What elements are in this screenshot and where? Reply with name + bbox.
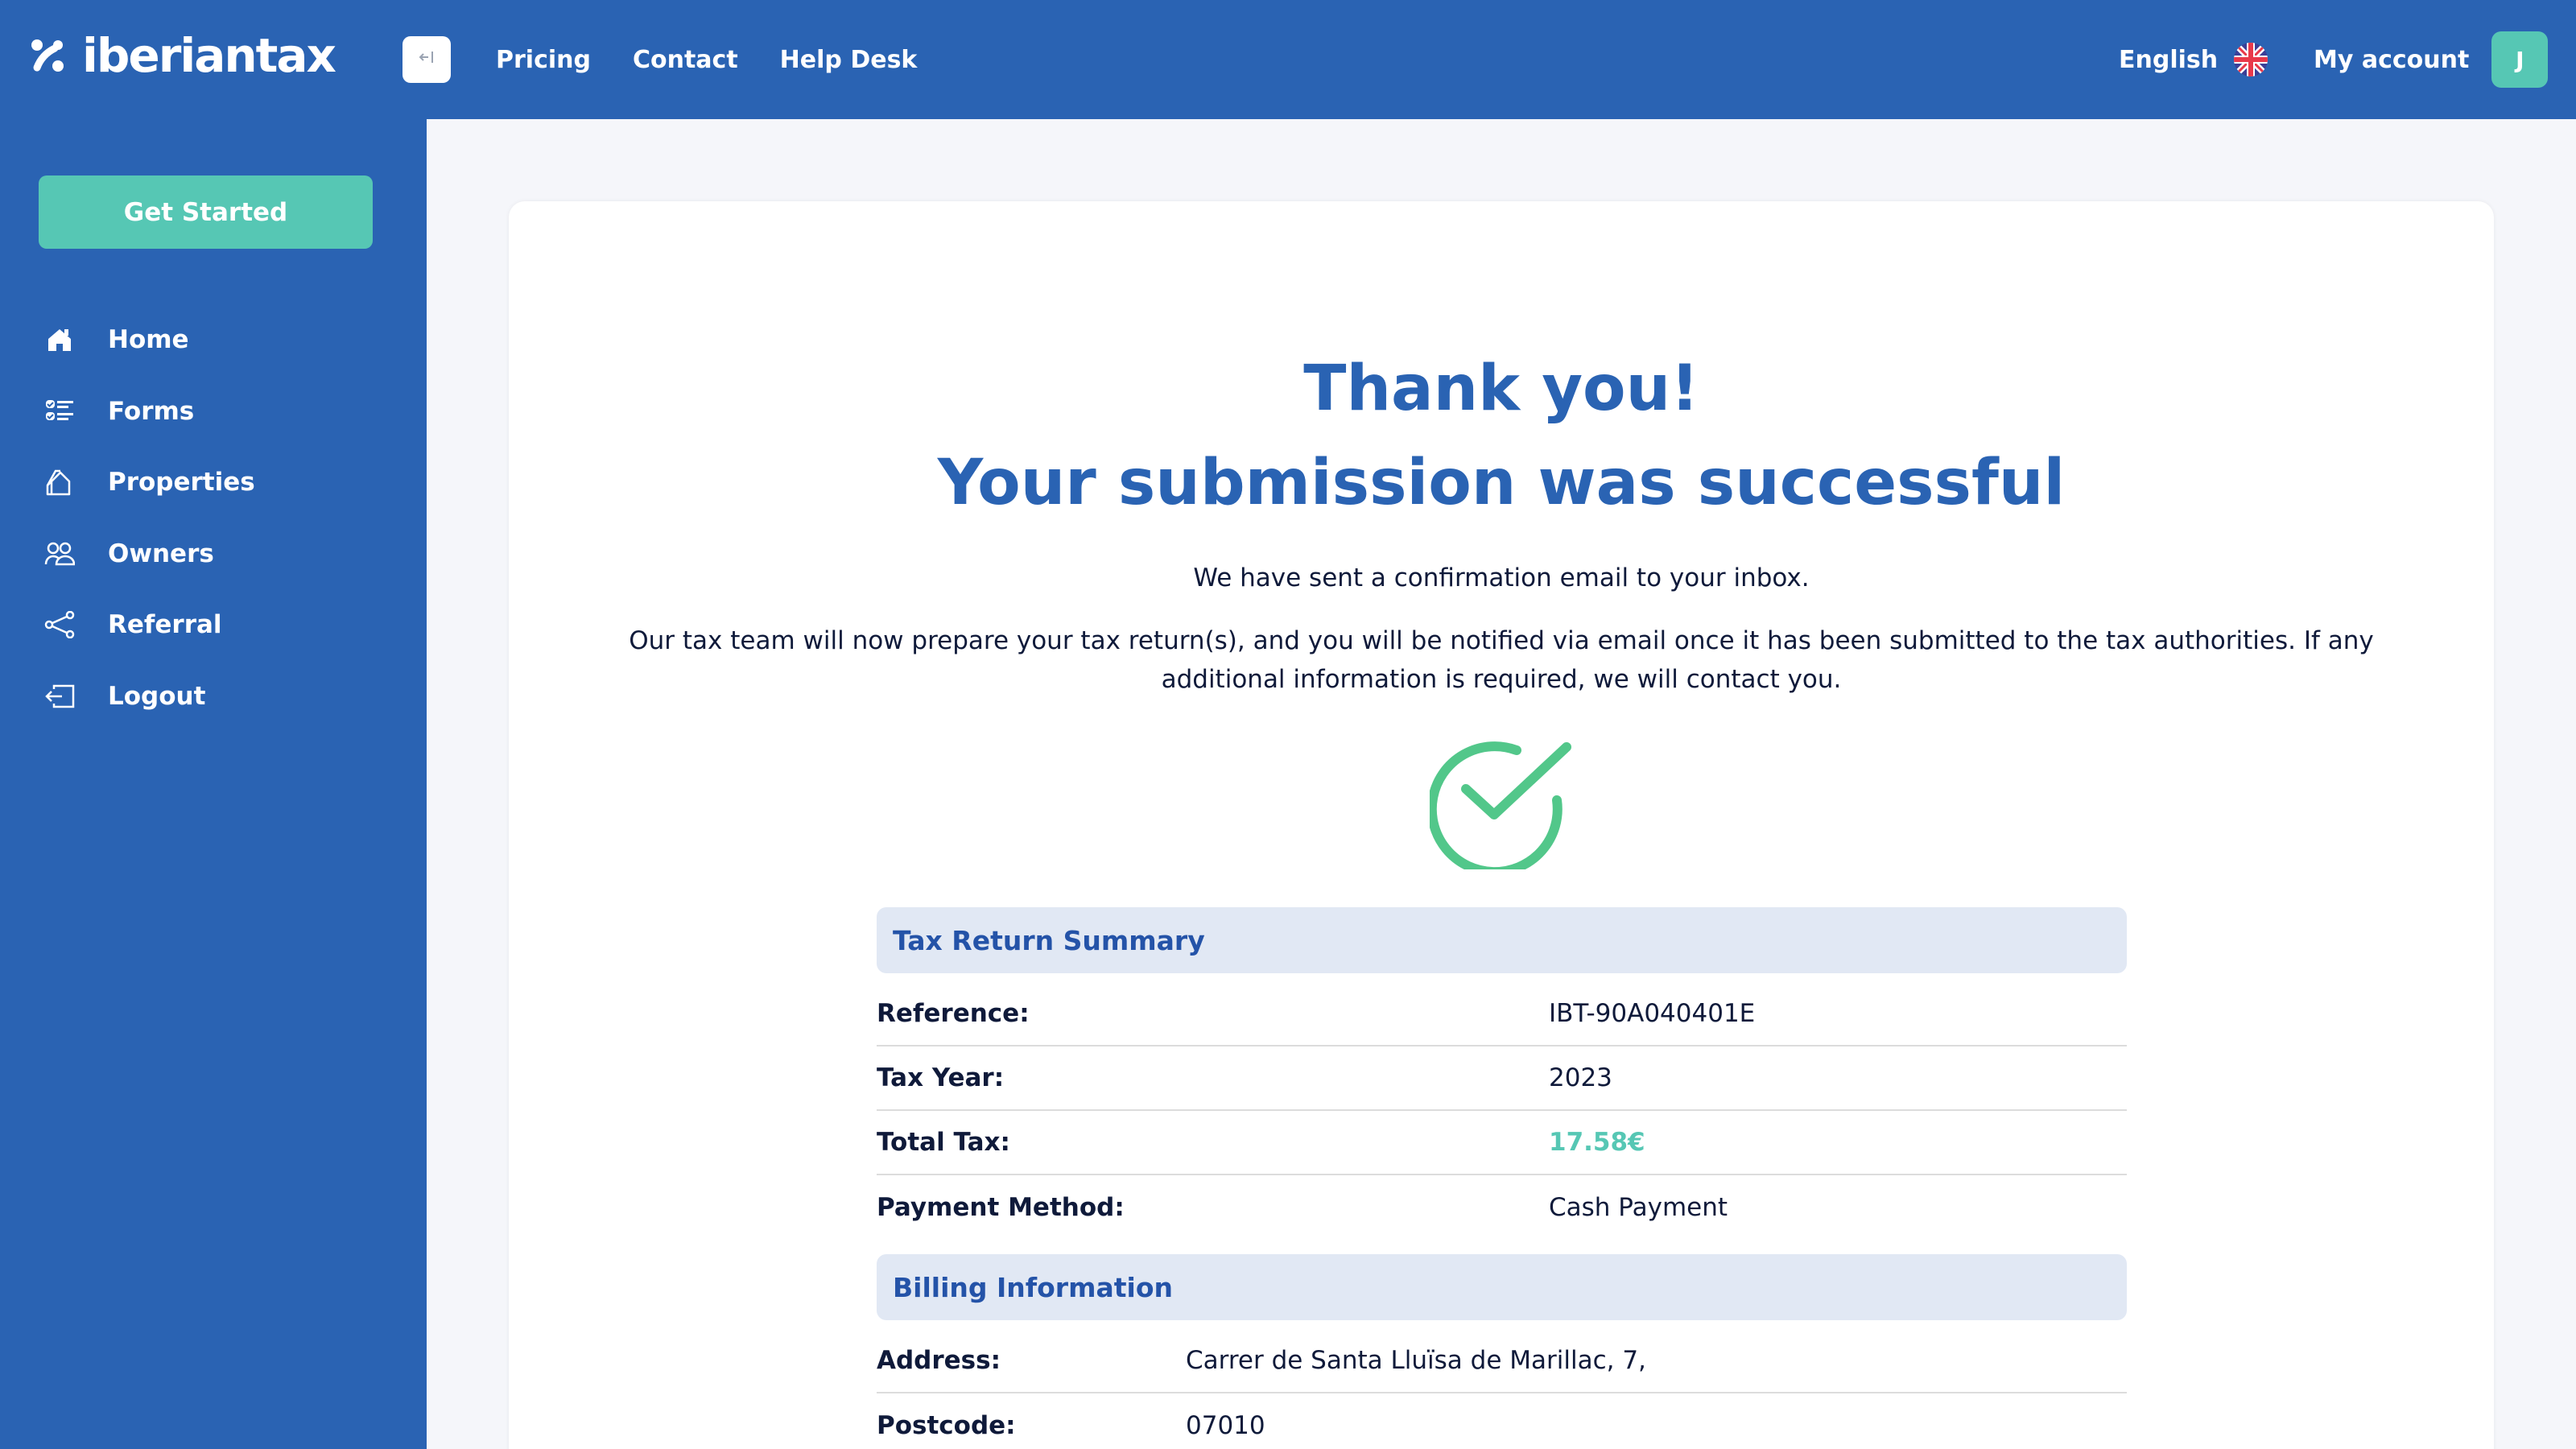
sidebar-item-label: Logout — [108, 681, 206, 711]
sidebar-item-label: Properties — [108, 468, 255, 497]
summary-row-reference: Reference: IBT-90A040401E — [877, 982, 2127, 1046]
sidebar: Get Started Home Forms Properties Owners — [0, 119, 427, 1449]
sidebar-item-label: Referral — [108, 610, 222, 640]
language-selector[interactable]: English — [2119, 0, 2268, 119]
account-label: My account — [2314, 45, 2470, 74]
language-label: English — [2119, 45, 2219, 74]
logout-icon — [43, 680, 76, 712]
sidebar-item-label: Owners — [108, 539, 214, 568]
collapse-arrow-icon — [417, 47, 436, 72]
sidebar-item-logout[interactable]: Logout — [0, 661, 427, 733]
nav-pricing[interactable]: Pricing — [496, 46, 591, 74]
house-outline-icon — [43, 466, 76, 498]
reference-value: IBT-90A040401E — [1549, 999, 1756, 1028]
success-check-icon — [1426, 733, 1575, 877]
brand-name: iberiantax — [82, 28, 336, 83]
row-label: Total Tax: — [877, 1128, 1010, 1157]
top-nav: Pricing Contact Help Desk — [496, 0, 917, 119]
top-header: iberiantax Pricing Contact Help Desk Eng… — [0, 0, 2576, 119]
row-label: Postcode: — [877, 1411, 1016, 1440]
success-heading: Your submission was successful — [937, 447, 2066, 519]
users-icon — [43, 538, 76, 570]
section-title: Tax Return Summary — [893, 924, 1205, 956]
row-label: Reference: — [877, 999, 1030, 1028]
total-tax-value: 17.58€ — [1549, 1128, 1645, 1157]
row-label: Address: — [877, 1346, 1001, 1375]
avatar[interactable]: J — [2491, 31, 2549, 88]
sidebar-item-home[interactable]: Home — [0, 304, 427, 376]
brand-logo[interactable]: iberiantax — [29, 28, 336, 83]
share-icon — [43, 609, 76, 641]
checklist-icon — [43, 395, 76, 427]
account-menu[interactable]: My account J — [2314, 0, 2549, 119]
info-text: Our tax team will now prepare your tax r… — [629, 626, 2374, 694]
tax-year-value: 2023 — [1549, 1063, 1612, 1092]
confirmation-card: Thank you! Your submission was successfu… — [509, 201, 2494, 1449]
billing-row-address: Address: Carrer de Santa Lluïsa de Maril… — [877, 1329, 2127, 1393]
billing-row-postcode: Postcode: 07010 — [877, 1393, 2127, 1449]
uk-flag-icon — [2234, 43, 2268, 76]
address-value: Carrer de Santa Lluïsa de Marillac, 7, — [1186, 1346, 1646, 1375]
logo-icon — [29, 37, 66, 74]
sidebar-nav: Home Forms Properties Owners Referral Lo… — [0, 304, 427, 732]
confirmation-text: We have sent a confirmation email to you… — [1193, 564, 1810, 592]
get-started-button[interactable]: Get Started — [39, 175, 373, 249]
sidebar-item-properties[interactable]: Properties — [0, 447, 427, 518]
row-label: Tax Year: — [877, 1063, 1005, 1092]
summary-row-payment-method: Payment Method: Cash Payment — [877, 1175, 2127, 1240]
home-icon — [43, 324, 76, 356]
tax-return-summary-heading: Tax Return Summary — [877, 907, 2127, 973]
summary-row-tax-year: Tax Year: 2023 — [877, 1046, 2127, 1111]
collapse-sidebar-button[interactable] — [402, 36, 451, 83]
row-label: Payment Method: — [877, 1193, 1125, 1222]
sidebar-item-label: Forms — [108, 396, 195, 426]
thank-you-heading: Thank you! — [1303, 353, 1699, 425]
sidebar-item-owners[interactable]: Owners — [0, 518, 427, 590]
billing-information-heading: Billing Information — [877, 1254, 2127, 1320]
sidebar-item-label: Home — [108, 325, 189, 355]
sidebar-item-forms[interactable]: Forms — [0, 376, 427, 448]
sidebar-item-referral[interactable]: Referral — [0, 589, 427, 661]
payment-method-value: Cash Payment — [1549, 1193, 1728, 1222]
postcode-value: 07010 — [1186, 1411, 1265, 1440]
nav-help-desk[interactable]: Help Desk — [780, 46, 918, 74]
summary-row-total-tax: Total Tax: 17.58€ — [877, 1111, 2127, 1175]
nav-contact[interactable]: Contact — [633, 46, 738, 74]
section-title: Billing Information — [893, 1271, 1173, 1303]
